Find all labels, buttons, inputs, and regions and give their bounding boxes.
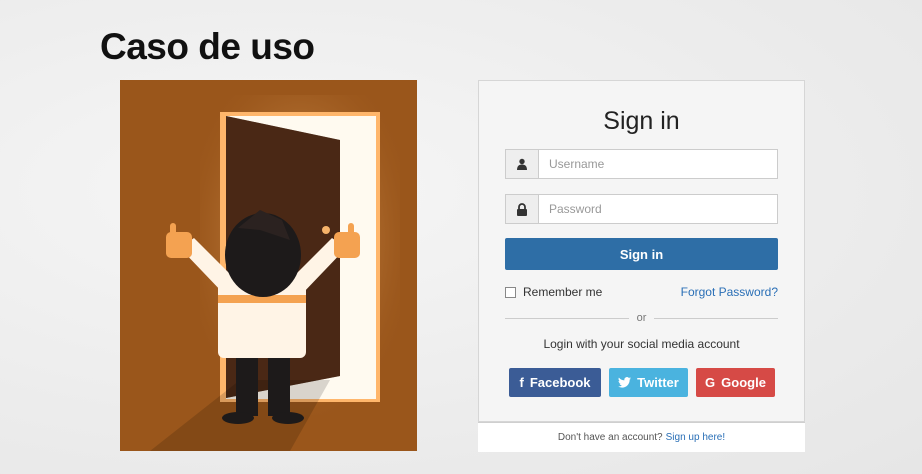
sign-in-button[interactable]: Sign in: [505, 238, 778, 270]
user-icon: [506, 150, 539, 178]
username-group: [505, 149, 778, 179]
slide-title: Caso de uso: [100, 26, 315, 67]
facebook-icon: f: [519, 375, 524, 390]
password-group: [505, 194, 778, 224]
google-button[interactable]: G Google: [696, 368, 775, 397]
signup-prompt: Don't have an account?: [557, 432, 663, 443]
illustration-man-opening-door: [120, 80, 417, 451]
signup-footer: Don't have an account? Sign up here!: [478, 422, 805, 452]
password-input[interactable]: [539, 195, 777, 223]
twitter-label: Twitter: [637, 375, 679, 390]
divider-text: or: [636, 312, 647, 324]
forgot-password-link[interactable]: Forgot Password?: [681, 285, 778, 299]
social-login-text: Login with your social media account: [543, 337, 740, 351]
divider-line-right: [654, 317, 778, 319]
twitter-icon: [618, 377, 632, 388]
facebook-button[interactable]: f Facebook: [509, 368, 601, 397]
remember-me-label: Remember me: [523, 285, 603, 299]
lock-icon: [506, 195, 539, 223]
remember-me-checkbox[interactable]: [505, 286, 516, 298]
remember-me[interactable]: Remember me: [505, 285, 602, 299]
facebook-label: Facebook: [529, 375, 591, 390]
or-divider: or: [505, 311, 778, 325]
google-icon: G: [705, 375, 716, 390]
twitter-button[interactable]: Twitter: [609, 368, 688, 397]
signup-link[interactable]: Sign up here!: [666, 432, 726, 443]
login-card: Sign in Sign in Remember me Forgot Passw…: [478, 80, 805, 422]
login-title: Sign in: [603, 107, 680, 135]
divider-line-left: [505, 317, 629, 319]
username-input[interactable]: [539, 150, 777, 178]
google-label: Google: [721, 375, 766, 390]
